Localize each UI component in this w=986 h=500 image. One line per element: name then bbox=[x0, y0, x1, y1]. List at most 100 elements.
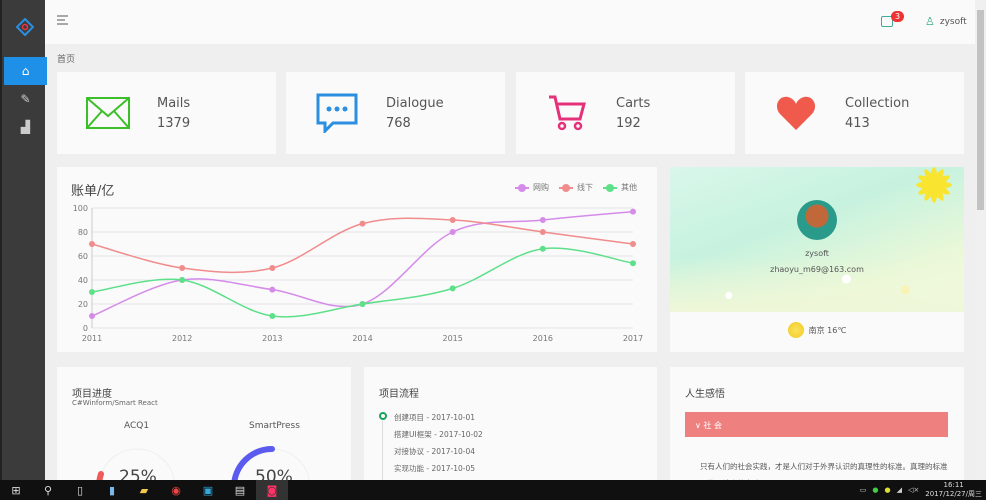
timeline: 创建项目 - 2017-10-01 搭建UI框架 - 2017-10-02 对接… bbox=[379, 412, 483, 491]
user-icon: ♙ bbox=[925, 15, 935, 28]
sun-icon bbox=[787, 322, 804, 338]
sidebar-item-edit[interactable]: ✎ bbox=[4, 85, 47, 113]
stat-card-collection[interactable]: Collection 413 bbox=[745, 72, 964, 154]
terminal-icon[interactable]: ▤ bbox=[224, 480, 256, 500]
timeline-item: 创建项目 - 2017-10-01 bbox=[394, 413, 476, 422]
pencil-icon: ✎ bbox=[20, 92, 31, 106]
x-tick-label: 2011 bbox=[82, 334, 102, 343]
data-point bbox=[630, 260, 636, 267]
network-icon[interactable]: ◢ bbox=[897, 486, 902, 494]
timeline-item: 对接协议 - 2017-10-04 bbox=[394, 447, 476, 456]
timeline-dot-icon bbox=[379, 412, 387, 420]
logo-icon bbox=[16, 18, 34, 36]
data-point bbox=[269, 265, 276, 271]
wechat-icon[interactable]: ● bbox=[872, 486, 878, 494]
data-point bbox=[630, 241, 636, 247]
x-tick-label: 2017 bbox=[623, 334, 643, 343]
card-subtitle: C#Winform/Smart React bbox=[72, 399, 158, 407]
data-point bbox=[179, 277, 186, 283]
system-tray: ▭ ● ● ◢ ◁× 16:11 2017/12/27/周三 bbox=[860, 481, 982, 499]
stat-card-dialogue[interactable]: Dialogue 768 bbox=[286, 72, 505, 154]
chat-icon bbox=[314, 93, 360, 133]
y-tick-label: 20 bbox=[78, 300, 88, 309]
chrome-icon[interactable]: ◉ bbox=[160, 480, 192, 500]
y-tick-label: 60 bbox=[78, 252, 88, 261]
data-point bbox=[269, 286, 276, 293]
stat-label: Collection bbox=[845, 95, 910, 111]
data-point bbox=[449, 217, 456, 223]
mail-icon bbox=[85, 93, 131, 133]
series-line-网购 bbox=[91, 210, 634, 317]
scrollbar-thumb[interactable] bbox=[977, 10, 984, 210]
sidebar-item-home[interactable]: ⌂ bbox=[4, 57, 47, 85]
data-point bbox=[89, 241, 95, 247]
card-title: 项目流程 bbox=[379, 389, 419, 400]
x-tick-label: 2015 bbox=[442, 334, 462, 343]
search-icon[interactable]: ⚲ bbox=[32, 480, 64, 500]
tray-icon[interactable]: ▭ bbox=[860, 486, 867, 494]
clock[interactable]: 16:11 2017/12/27/周三 bbox=[925, 481, 982, 499]
profile-email: zhaoyu_m69@163.com bbox=[770, 265, 864, 274]
stat-value: 1379 bbox=[157, 115, 191, 131]
data-point bbox=[539, 245, 546, 252]
stat-card-mails[interactable]: Mails 1379 bbox=[57, 72, 276, 154]
profile-name: zysoft bbox=[805, 249, 829, 258]
home-icon: ⌂ bbox=[21, 64, 30, 78]
username: zysoft bbox=[939, 16, 967, 27]
sidebar: ⌂ ✎ ▟ bbox=[0, 0, 47, 480]
data-point bbox=[359, 301, 366, 307]
weather: 南京 16℃ bbox=[670, 322, 964, 338]
profile-card: zysoft zhaoyu_m69@163.com 南京 16℃ bbox=[670, 167, 964, 352]
line-chart: 0 20 40 60 80 100 2011 2012 2013 2014 2015 2016 2017 bbox=[73, 204, 643, 343]
bill-chart-card: 账单/亿 网购 线下 其他 0 20 40 60 80 100 2011 2012 2013 20… bbox=[57, 167, 657, 352]
stat-card-carts[interactable]: Carts 192 bbox=[516, 72, 735, 154]
y-tick-label: 0 bbox=[83, 324, 88, 333]
card-title: 人生感悟 bbox=[685, 389, 725, 400]
x-tick-label: 2012 bbox=[172, 334, 192, 343]
y-tick-label: 100 bbox=[73, 204, 88, 213]
sidebar-item-charts[interactable]: ▟ bbox=[4, 113, 47, 141]
progress-card: 项目进度 C#Winform/Smart React ACQ1 SmartPre… bbox=[57, 367, 351, 497]
bar-chart-icon: ▟ bbox=[20, 120, 31, 134]
y-tick-label: 40 bbox=[78, 276, 88, 285]
stat-label: Mails bbox=[157, 95, 191, 111]
screen-recorder-icon[interactable]: ◙ bbox=[256, 480, 288, 500]
data-point bbox=[449, 285, 456, 292]
webstorm-icon[interactable]: ▣ bbox=[192, 480, 224, 500]
y-tick-label: 80 bbox=[78, 228, 88, 237]
heart-icon bbox=[773, 93, 819, 133]
task-view-icon[interactable]: ▯ bbox=[64, 480, 96, 500]
flow-card: 项目流程 创建项目 - 2017-10-01 搭建UI框架 - 2017-10-… bbox=[364, 367, 657, 491]
data-point bbox=[630, 208, 636, 215]
windows-start-icon[interactable]: ⊞ bbox=[0, 480, 32, 500]
x-tick-label: 2014 bbox=[352, 334, 372, 343]
avatar[interactable] bbox=[797, 200, 837, 240]
notification-badge: 3 bbox=[891, 11, 905, 22]
scrollbar[interactable] bbox=[975, 0, 986, 480]
collapse-header-society[interactable]: ∨ 社 会 bbox=[685, 412, 948, 437]
timeline-item: 实现功能 - 2017-10-05 bbox=[394, 464, 476, 473]
x-tick-label: 2016 bbox=[533, 334, 553, 343]
life-card: 人生感悟 ∨ 社 会 只有人们的社会实践，才是人们对于外界认识的真理性的标准。真… bbox=[670, 367, 964, 488]
data-point bbox=[539, 217, 546, 223]
taskbar: ⊞ ⚲ ▯ ▮ ▰ ◉ ▣ ▤ ◙ ▭ ● ● ◢ ◁× 16:11 2017/12/27… bbox=[0, 480, 986, 500]
x-tick-label: 2013 bbox=[262, 334, 282, 343]
menu-toggle-icon[interactable] bbox=[57, 14, 69, 26]
cart-icon bbox=[544, 93, 590, 133]
timeline-item: 搭建UI框架 - 2017-10-02 bbox=[394, 430, 483, 439]
sunflower-decoration bbox=[916, 167, 952, 203]
file-explorer-icon[interactable]: ▰ bbox=[128, 480, 160, 500]
data-point bbox=[449, 229, 456, 235]
app-phone-icon[interactable]: ▮ bbox=[96, 480, 128, 500]
breadcrumb: 首页 bbox=[57, 55, 76, 65]
data-point bbox=[89, 313, 95, 319]
data-point bbox=[269, 313, 276, 319]
user-menu[interactable]: ♙ zysoft bbox=[925, 15, 967, 28]
gauge-label: ACQ1 bbox=[124, 421, 150, 431]
tray-icon[interactable]: ● bbox=[885, 486, 891, 494]
stat-value: 413 bbox=[845, 115, 870, 131]
gauge-label: SmartPress bbox=[249, 421, 300, 431]
data-point bbox=[89, 289, 95, 295]
volume-icon[interactable]: ◁× bbox=[908, 486, 919, 494]
stat-label: Carts bbox=[616, 95, 651, 111]
